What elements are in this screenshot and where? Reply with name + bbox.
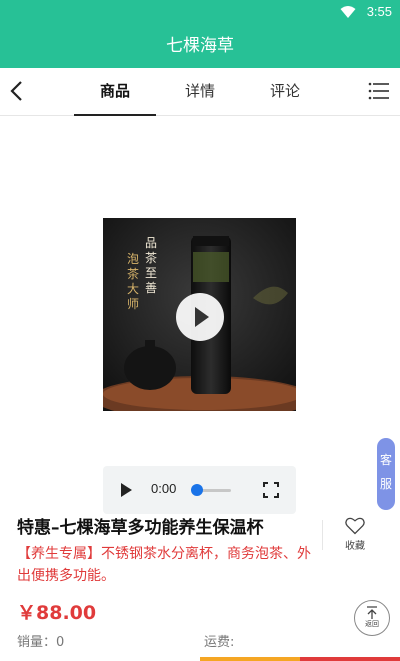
product-title: 特惠–七棵海草多功能养生保温杯 (17, 518, 264, 538)
back-arrow-icon[interactable] (6, 79, 30, 103)
product-price: ￥88.00 (17, 602, 97, 624)
video-player-controls: 0:00 (103, 466, 296, 514)
customer-service-button[interactable]: 客 服 (377, 438, 395, 510)
player-time: 0:00 (151, 481, 177, 496)
poster-text-left: 泡茶大师 (127, 252, 140, 311)
player-play-icon[interactable] (121, 483, 132, 497)
favorite-label: 收藏 (345, 541, 365, 552)
player-progress-knob[interactable] (191, 484, 203, 496)
tab-reviews[interactable]: 评论 (245, 68, 325, 116)
tab-bar: 商品 详情 评论 (0, 68, 400, 116)
add-to-cart-edge[interactable] (200, 657, 300, 661)
back-to-top-button[interactable]: 返回 (354, 600, 390, 636)
fullscreen-icon[interactable] (263, 482, 279, 498)
sales-count: 销量：0 (17, 635, 65, 650)
menu-list-icon[interactable] (368, 80, 390, 102)
play-button[interactable] (176, 293, 224, 341)
bottom-action-bar-edge (200, 657, 400, 661)
divider (322, 520, 323, 550)
poster-text-right: 品茶至善 (145, 236, 158, 295)
status-bar: 3:55 (0, 0, 400, 24)
product-subtitle: 【养生专属】不锈钢茶水分离杯，商务泡茶、外出便携多功能。 (17, 546, 311, 584)
heart-icon (345, 517, 365, 535)
back-to-top-label: 返回 (365, 620, 379, 628)
status-time: 3:55 (366, 4, 392, 19)
customer-service-label-1: 客 (379, 453, 392, 467)
tab-product[interactable]: 商品 (74, 68, 156, 116)
freight-label: 运费: (204, 635, 235, 650)
buy-now-edge[interactable] (300, 657, 400, 661)
favorite-button[interactable]: 收藏 (336, 517, 374, 552)
tab-details[interactable]: 详情 (160, 68, 240, 116)
arrow-up-icon (367, 606, 377, 619)
app-title: 七棵海草 (0, 24, 400, 68)
wifi-icon (340, 6, 356, 18)
customer-service-label-2: 服 (379, 477, 392, 491)
